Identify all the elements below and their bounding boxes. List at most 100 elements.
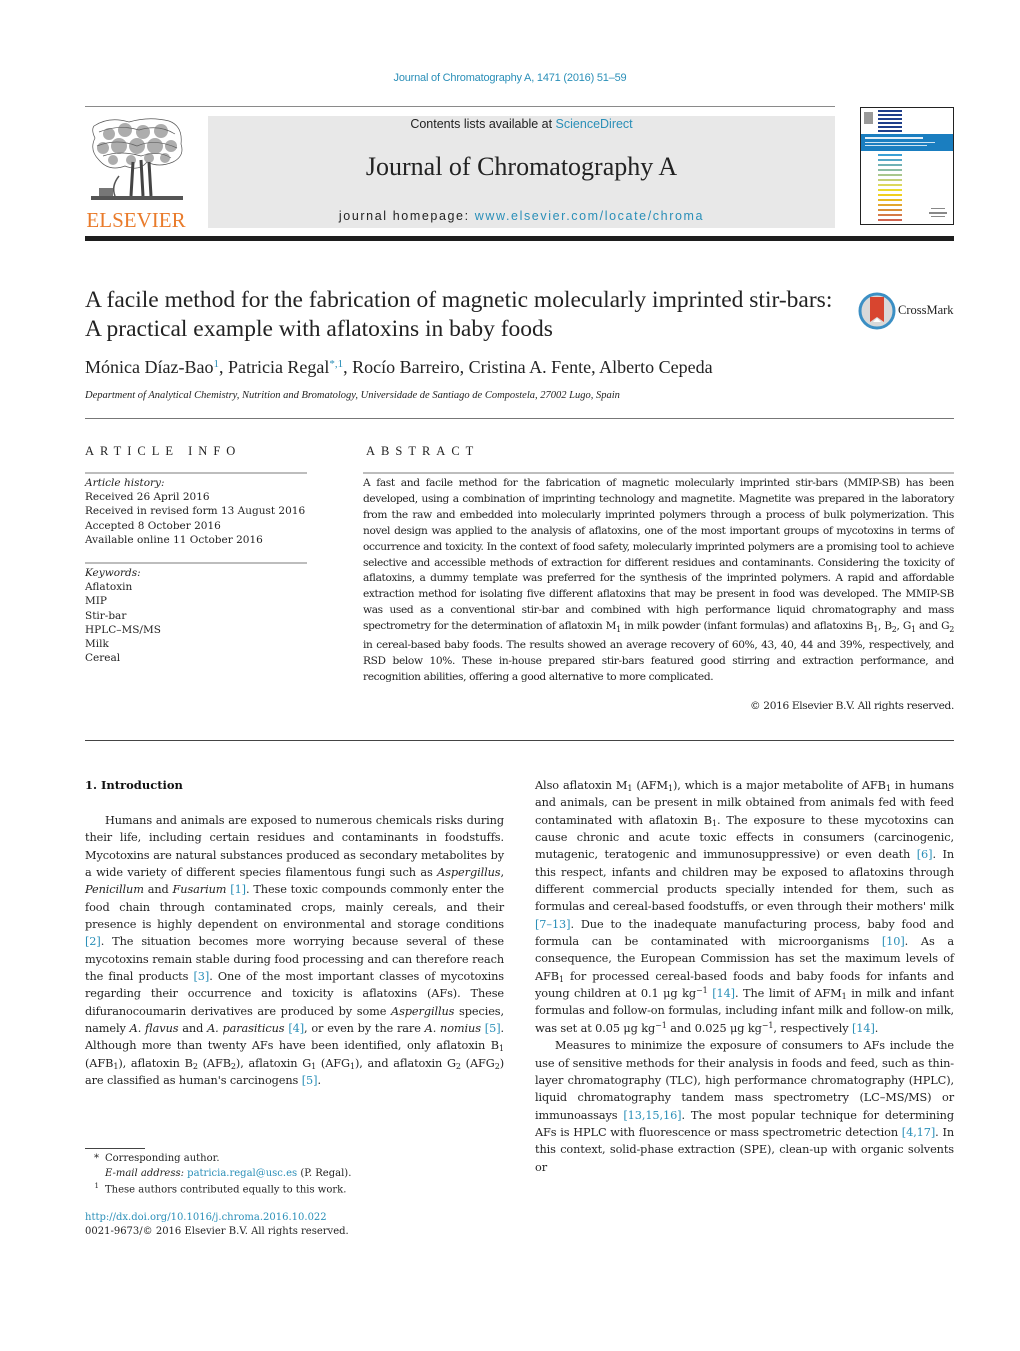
text-segment: ,	[500, 866, 505, 880]
italic-text: Fusarium	[172, 883, 227, 897]
abstract-segment: , B	[878, 620, 892, 633]
reference-link[interactable]: [7–13]	[535, 918, 571, 931]
text-segment: Also aflatoxin M	[535, 779, 628, 792]
keyword-item: Stir-bar	[85, 609, 127, 622]
italic-text: A. flavus	[129, 1022, 179, 1036]
reference-link[interactable]: [2]	[85, 935, 101, 948]
text-segment: ), and aflatoxin G	[354, 1056, 456, 1070]
author-separator: ,	[459, 357, 469, 377]
issn-copyright: 0021-9673/© 2016 Elsevier B.V. All right…	[85, 1226, 349, 1237]
text-segment: , or even by the rare	[304, 1022, 425, 1036]
contents-prefix: Contents lists available at	[410, 117, 556, 131]
text-segment: (AFM	[632, 779, 668, 792]
reference-link[interactable]: [5]	[302, 1074, 318, 1087]
header-thick-rule	[85, 236, 954, 241]
author-name[interactable]: Rocío Barreiro	[352, 357, 459, 377]
divider	[85, 418, 954, 419]
history-item: Available online 11 October 2016	[85, 533, 263, 546]
reference-link[interactable]: [13,15,16]	[623, 1109, 681, 1122]
italic-text: Aspergillus	[391, 1004, 455, 1018]
keyword-item: Milk	[85, 638, 109, 651]
author-separator: ,	[218, 357, 228, 377]
footnote-mark: 1	[94, 1182, 99, 1190]
text-segment: (AFB	[197, 1056, 231, 1070]
author-mark[interactable]: *,1	[329, 358, 343, 370]
article-history: Article history: Received 26 April 2016 …	[85, 476, 315, 547]
keyword-item: Aflatoxin	[85, 581, 133, 594]
text-segment: (AFB	[85, 1056, 114, 1070]
reference-link[interactable]: [10]	[882, 935, 905, 948]
history-item: Accepted 8 October 2016	[85, 519, 221, 532]
homepage-line: journal homepage: www.elsevier.com/locat…	[208, 209, 835, 223]
text-segment: and	[178, 1022, 208, 1036]
history-label: Article history:	[85, 477, 165, 489]
doi-link[interactable]: http://dx.doi.org/10.1016/j.chroma.2016.…	[85, 1212, 327, 1223]
reference-link[interactable]: [3]	[194, 970, 210, 983]
article-info-heading: ARTICLE INFO	[85, 444, 242, 458]
abstract-segment: , G	[896, 620, 912, 633]
text-segment: and 0.025 μg kg	[666, 1021, 762, 1035]
homepage-prefix: journal homepage:	[338, 209, 475, 223]
reference-link[interactable]: [5]	[485, 1022, 501, 1035]
author-name[interactable]: Patricia Regal	[228, 357, 329, 377]
journal-cover-icon	[861, 110, 953, 221]
author-name[interactable]: Cristina A. Fente	[469, 357, 592, 377]
elsevier-wordmark: ELSEVIER	[86, 208, 186, 232]
footnote-email: E-mail address: patricia.regal@usc.es (P…	[85, 1168, 351, 1179]
text-segment: (AFG	[316, 1056, 350, 1070]
keyword-item: Cereal	[85, 652, 121, 665]
elsevier-logo[interactable]: ELSEVIER	[85, 116, 187, 232]
text-segment: ), aflatoxin G	[235, 1056, 312, 1070]
contents-line: Contents lists available at ScienceDirec…	[208, 117, 835, 131]
italic-text: A. nomius	[424, 1022, 481, 1036]
journal-homepage-link[interactable]: www.elsevier.com/locate/chroma	[475, 209, 704, 223]
divider	[363, 472, 954, 474]
body-column-right: Also aflatoxin M1 (AFM1), which is a maj…	[535, 777, 954, 1176]
text-segment: .	[874, 1021, 879, 1035]
reference-link[interactable]: [4,17]	[902, 1126, 935, 1139]
crossmark-badge[interactable]: CrossMark	[858, 291, 958, 331]
author-name[interactable]: Mónica Díaz-Bao	[85, 357, 213, 377]
email-link[interactable]: patricia.regal@usc.es	[187, 1168, 297, 1179]
superscript: −1	[761, 1020, 774, 1030]
reference-link[interactable]: [14]	[712, 987, 735, 1000]
reference-link[interactable]: [1]	[230, 883, 246, 896]
italic-text: Penicillum	[85, 883, 144, 897]
affiliation: Department of Analytical Chemistry, Nutr…	[85, 390, 620, 401]
divider	[85, 472, 307, 474]
footnote-rule	[85, 1148, 145, 1149]
paragraph: Humans and animals are exposed to numero…	[85, 812, 504, 1090]
footnote-mark: *	[94, 1153, 99, 1164]
author-separator: ,	[343, 357, 353, 377]
journal-citation-link[interactable]: Journal of Chromatography A, 1471 (2016)…	[0, 72, 1020, 84]
elsevier-tree-icon	[91, 118, 183, 200]
text-segment: ), aflatoxin B	[118, 1056, 193, 1070]
keywords: Keywords: Aflatoxin MIP Stir-bar HPLC–MS…	[85, 566, 315, 665]
journal-name: Journal of Chromatography A	[365, 152, 678, 181]
text-segment: . The limit of AFM	[734, 987, 842, 1001]
abstract-segment: in milk powder (infant formulas) and afl…	[620, 620, 874, 633]
footnote-text: Corresponding author.	[105, 1153, 220, 1164]
reference-link[interactable]: [14]	[852, 1022, 875, 1035]
reference-link[interactable]: [4]	[288, 1022, 304, 1035]
sciencedirect-link[interactable]: ScienceDirect	[556, 117, 633, 131]
divider	[85, 740, 954, 741]
footnote-text: These authors contributed equally to thi…	[105, 1184, 347, 1196]
abstract-segment: in cereal-based baby foods. The results …	[363, 639, 954, 683]
keyword-item: MIP	[85, 595, 107, 608]
abstract-segment: A fast and facile method for the fabrica…	[363, 477, 954, 633]
history-item: Received in revised form 13 August 2016	[85, 505, 306, 518]
crossmark-icon	[858, 292, 896, 330]
author-name[interactable]: Alberto Cepeda	[599, 357, 712, 377]
history-item: Received 26 April 2016	[85, 491, 210, 504]
italic-text: A. parasiticus	[207, 1022, 285, 1036]
text-segment: , respectively	[773, 1021, 852, 1035]
author-list: Mónica Díaz-Bao1, Patricia Regal*,1, Roc…	[85, 357, 713, 378]
abstract-text: A fast and facile method for the fabrica…	[363, 476, 954, 686]
author-separator: ,	[591, 357, 600, 377]
keyword-item: HPLC–MS/MS	[85, 623, 161, 636]
superscript: −1	[696, 986, 708, 996]
journal-cover-thumbnail[interactable]	[860, 107, 954, 225]
text-segment: (AFG	[460, 1056, 495, 1070]
reference-link[interactable]: [6]	[917, 848, 933, 861]
